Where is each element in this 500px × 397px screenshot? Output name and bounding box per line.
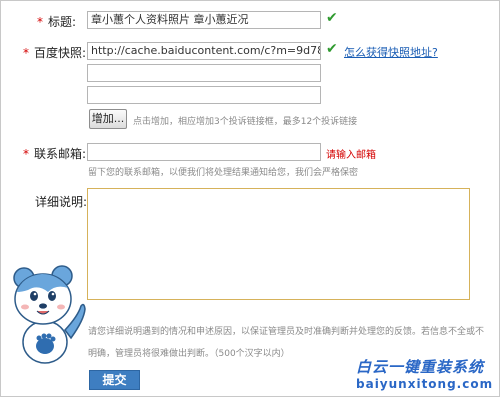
watermark-url: baiyunxitong.com — [356, 377, 494, 391]
email-input[interactable] — [87, 143, 321, 161]
watermark-title: 白云一键重装系统 — [356, 358, 485, 376]
required-marker: * — [23, 147, 29, 161]
email-error: 请输入邮箱 — [326, 150, 376, 161]
required-marker: * — [23, 46, 29, 60]
detail-hint-line1: 请您详细说明遇到的情况和申述原因，以保证管理员及时准确判断并处理您的反馈。若信息… — [88, 327, 485, 337]
snapshot-input-3[interactable] — [87, 86, 321, 104]
add-link-hint: 点击增加，相应增加3个投诉链接框，最多12个投诉链接 — [133, 117, 358, 127]
detail-hint-line2: 明确，管理员将很难做出判断。（500个汉字以内） — [88, 349, 290, 359]
add-link-button[interactable]: 增加... — [89, 109, 127, 129]
email-label: * 联系邮箱: — [23, 147, 87, 161]
detail-textarea[interactable] — [87, 188, 470, 300]
bear-mascot-image — [8, 262, 88, 367]
title-label: * 标题: — [37, 15, 77, 29]
check-icon: ✔ — [326, 41, 338, 57]
title-input[interactable]: 章小蕙个人资料照片 章小蕙近况 — [87, 11, 321, 29]
snapshot-input-2[interactable] — [87, 64, 321, 82]
check-icon: ✔ — [326, 10, 338, 26]
snapshot-input-1[interactable]: http://cache.baiducontent.com/c?m=9d78d5… — [87, 42, 321, 60]
snapshot-help-link[interactable]: 怎么获得快照地址? — [344, 44, 438, 60]
required-marker: * — [37, 15, 43, 29]
submit-button[interactable]: 提交 — [89, 370, 140, 390]
email-hint: 留下您的联系邮箱，以便我们将处理结果通知给您，我们会严格保密 — [88, 168, 359, 178]
snapshot-label: * 百度快照: — [23, 46, 87, 60]
detail-label: 详细说明: — [35, 195, 88, 209]
bear-mascot-icon — [13, 265, 86, 364]
